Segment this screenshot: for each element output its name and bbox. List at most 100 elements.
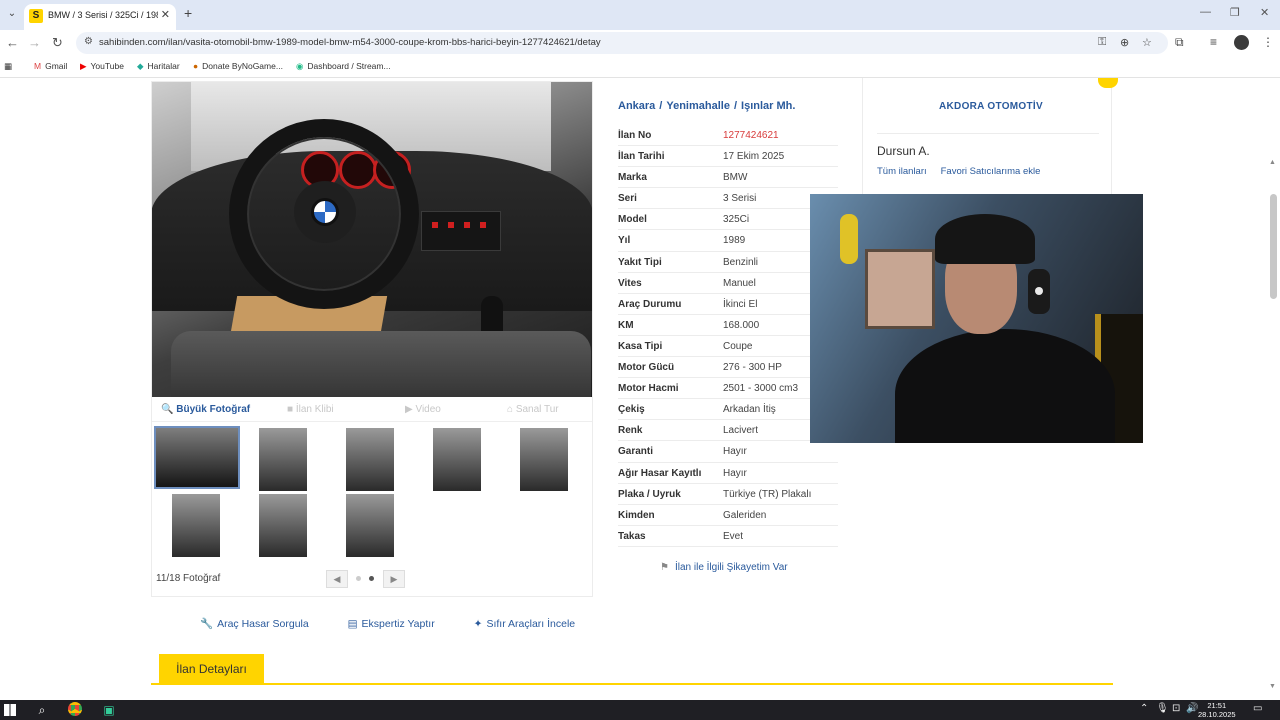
detail-value: 1277424621 — [723, 130, 779, 141]
detail-row: Araç Durumu İkinci El — [618, 294, 838, 315]
profile-avatar[interactable] — [1234, 35, 1249, 50]
detail-key: Kasa Tipi — [618, 340, 663, 352]
breadcrumb-neighborhood[interactable]: Işınlar Mh. — [741, 100, 795, 112]
apps-grid-icon[interactable]: ▦ — [4, 61, 12, 72]
bookmark-gmail[interactable]: M Gmail — [34, 61, 67, 71]
breadcrumb-district[interactable]: Yenimahalle — [666, 100, 730, 112]
page-dot[interactable] — [356, 576, 361, 581]
scroll-up-icon[interactable]: ▲ — [1269, 159, 1276, 166]
detail-row: Motor Gücü 276 - 300 HP — [618, 357, 838, 379]
scrollbar-thumb[interactable] — [1270, 194, 1277, 299]
maps-icon: ◆ — [137, 61, 144, 71]
virtual-tour-button[interactable]: ⌂ Sanal Tur — [507, 404, 559, 415]
mic-icon[interactable]: 🎙 — [1156, 703, 1169, 714]
restore-icon[interactable]: ❐ — [1230, 6, 1240, 19]
reading-list-icon[interactable]: ≡ — [1210, 35, 1217, 49]
thumbnail[interactable] — [346, 428, 394, 491]
url-text[interactable]: sahibinden.com/ilan/vasita-otomobil-bmw-… — [99, 37, 601, 48]
bookmark-maps[interactable]: ◆ Haritalar — [137, 61, 180, 72]
address-bar[interactable]: ⚙ sahibinden.com/ilan/vasita-otomobil-bm… — [76, 32, 1168, 54]
detail-key: Araç Durumu — [618, 298, 682, 310]
page-dot-active[interactable] — [369, 576, 374, 581]
extensions-icon[interactable]: ⧉ — [1175, 35, 1184, 50]
report-listing-link[interactable]: ⚑ İlan ile İlgili Şikayetim Var — [660, 562, 788, 573]
headset-icon — [1028, 269, 1050, 314]
tab-close-icon[interactable]: ✕ — [161, 8, 170, 21]
all-listings-link[interactable]: Tüm ilanları — [877, 166, 927, 177]
detail-row: Yakıt Tipi Benzinli — [618, 252, 838, 273]
site-info-icon[interactable]: ⚙ — [84, 36, 93, 47]
video-button[interactable]: ▶ Video — [405, 404, 441, 415]
detail-value: Arkadan İtiş — [723, 404, 776, 416]
scroll-down-icon[interactable]: ▼ — [1269, 683, 1276, 690]
prev-page-icon[interactable]: ◀ — [326, 570, 348, 588]
breadcrumb-city[interactable]: Ankara — [618, 100, 655, 112]
window-close-icon[interactable]: ✕ — [1260, 6, 1269, 19]
listing-page: 🔍 Büyük Fotoğraf ■ İlan Klibi ▶ Video ⌂ … — [0, 78, 1280, 700]
active-tab[interactable]: S BMW / 3 Serisi / 325Ci / 1989 Mo... ✕ — [24, 4, 176, 30]
bookmark-dashboard[interactable]: ◉ Dashboard / Stream... — [296, 61, 391, 72]
detail-row: Seri 3 Serisi — [618, 188, 838, 210]
system-clock[interactable]: 21:51 28.10.2025 — [1198, 701, 1236, 719]
new-tab-icon[interactable]: + — [184, 5, 192, 21]
thumbnail[interactable] — [520, 428, 568, 491]
taskbar-chrome[interactable] — [68, 702, 84, 718]
next-page-icon[interactable]: ▶ — [383, 570, 405, 588]
thumbnail[interactable] — [259, 494, 307, 557]
streamlabs-taskbar-icon[interactable]: ▣ — [101, 702, 117, 718]
detail-key: İlan Tarihi — [618, 151, 665, 163]
main-car-photo[interactable] — [151, 81, 593, 397]
detail-value: Türkiye (TR) Plakalı — [723, 488, 812, 500]
button-label: Büyük Fotoğraf — [176, 404, 251, 415]
clipboard-icon: ▤ — [347, 618, 358, 630]
detail-key: İlan No — [618, 130, 652, 141]
thumbnail[interactable] — [259, 428, 307, 491]
detail-key: Çekiş — [618, 404, 645, 416]
menu-kebab-icon[interactable]: ⋮ — [1262, 35, 1274, 49]
new-cars-link[interactable]: ✦ Sıfır Araçları İncele — [474, 618, 594, 630]
bookmark-label: Dashboard / Stream... — [307, 61, 391, 71]
back-icon[interactable]: ← — [6, 35, 19, 50]
large-photo-button[interactable]: 🔍 Büyük Fotoğraf — [161, 404, 250, 415]
reload-icon[interactable]: ↻ — [52, 35, 63, 51]
bookmark-youtube[interactable]: ▶ YouTube — [80, 61, 124, 72]
detail-row: Ağır Hasar Kayıtlı Hayır — [618, 463, 838, 484]
tab-listing-details[interactable]: İlan Detayları — [159, 654, 264, 684]
detail-value: 325Ci — [723, 214, 750, 226]
detail-key: Yakıt Tipi — [618, 256, 662, 268]
detail-value: Evet — [723, 530, 744, 542]
bookmark-label: Donate ByNoGame... — [202, 61, 283, 71]
search-icon[interactable]: ⌕ — [34, 702, 50, 718]
detail-value: 168.000 — [723, 319, 760, 331]
flag-icon: ⚑ — [660, 562, 669, 573]
password-key-icon[interactable]: ⚿ — [1098, 36, 1106, 49]
thumbnail[interactable] — [433, 428, 481, 491]
thumbnail-pager: ◀ ▶ — [326, 570, 406, 588]
location-breadcrumb: Ankara / Yenimahalle / Işınlar Mh. — [618, 100, 799, 112]
store-name[interactable]: AKDORA OTOMOTİV — [939, 101, 1043, 112]
notifications-icon[interactable]: ▭ — [1253, 703, 1262, 714]
bookmarks-bar: ▦ M Gmail ▶ YouTube ◆ Haritalar ● Donate ByN… — [0, 56, 1280, 78]
bmw-logo-icon — [311, 198, 339, 226]
minimize-icon[interactable]: — — [1200, 6, 1211, 18]
add-favorite-seller-link[interactable]: Favori Satıcılarıma ekle — [941, 166, 1041, 177]
tab-search-icon[interactable]: ⌄ — [4, 6, 20, 22]
volume-icon[interactable]: 🔊 — [1186, 703, 1198, 714]
expertise-link[interactable]: ▤ Ekspertiz Yaptır — [348, 618, 453, 630]
listing-clip-button[interactable]: ■ İlan Klibi — [287, 404, 334, 415]
bookmark-star-icon[interactable]: ☆ — [1142, 36, 1152, 49]
seats — [171, 331, 591, 397]
zoom-icon[interactable]: ⊕ — [1120, 36, 1129, 49]
thumbnail[interactable] — [172, 494, 220, 557]
bookmark-donate[interactable]: ● Donate ByNoGame... — [193, 61, 283, 71]
thumbnail[interactable] — [346, 494, 394, 557]
damage-query-link[interactable]: 🔧 Araç Hasar Sorgula — [200, 618, 327, 630]
windows-start-icon[interactable] — [4, 704, 16, 716]
thumbnail[interactable] — [154, 426, 240, 489]
detail-key: KM — [618, 319, 634, 331]
network-icon[interactable]: ⊡ — [1172, 703, 1180, 714]
detail-value: Hayır — [723, 467, 747, 479]
detail-key: Garanti — [618, 446, 654, 458]
tray-chevron-icon[interactable]: ⌃ — [1140, 703, 1148, 714]
forward-icon[interactable]: → — [28, 35, 41, 50]
